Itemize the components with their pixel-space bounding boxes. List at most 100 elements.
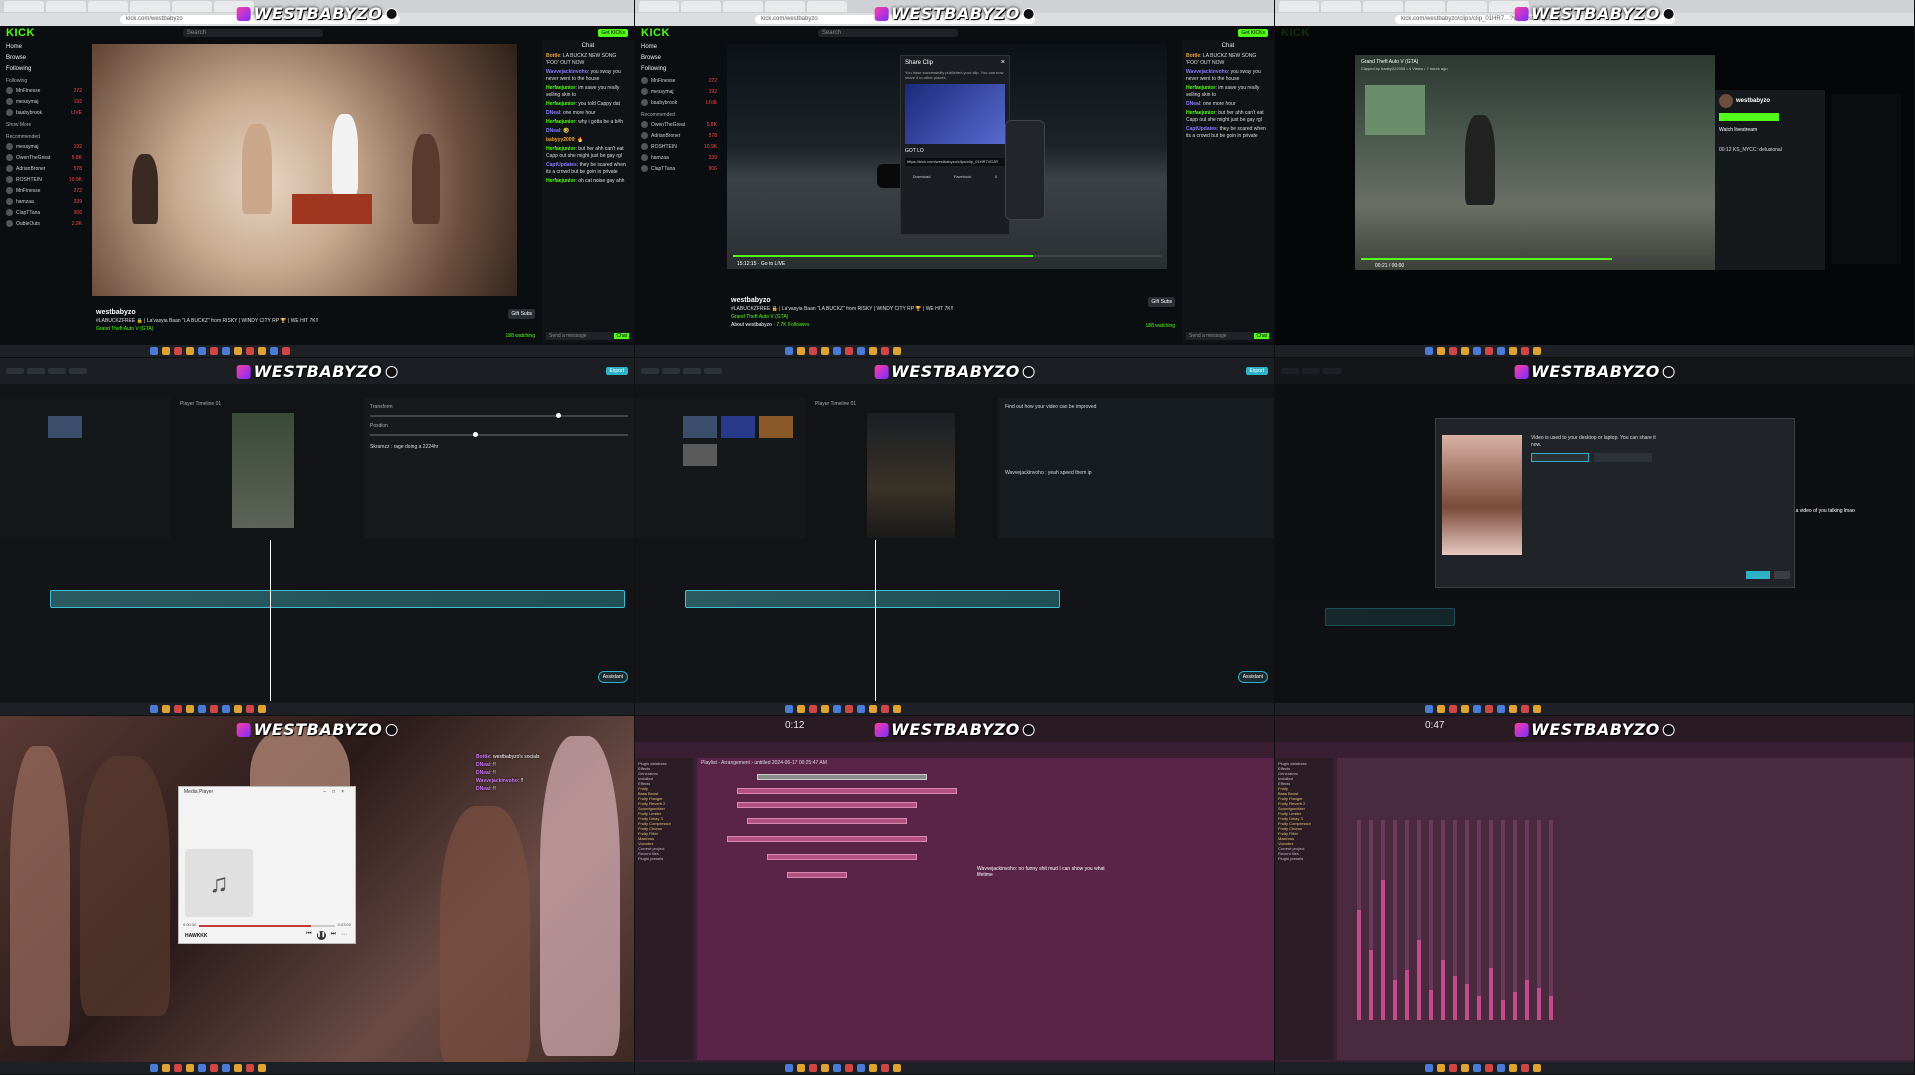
media-player-titlebar[interactable]: Media Player –□× [179, 787, 355, 797]
mixer-channel[interactable] [1417, 820, 1421, 1020]
pattern-clip[interactable] [737, 788, 957, 794]
video-track-clip[interactable] [685, 590, 1060, 608]
mixer[interactable] [1337, 758, 1914, 1060]
pattern-clip[interactable] [737, 802, 917, 808]
nav-following[interactable]: Following [6, 66, 82, 72]
browser-item[interactable]: Plugin presets [638, 856, 690, 861]
search-input[interactable]: Search [817, 29, 958, 37]
sidebar-channel[interactable]: ClapTTana 906 [641, 165, 717, 172]
streamer-name[interactable]: westbabyzo [96, 309, 535, 316]
mixer-channel[interactable] [1381, 820, 1385, 1020]
scale-slider[interactable] [370, 413, 628, 418]
sidebar-channel[interactable]: ROSHTEIN 10.9K [641, 143, 717, 150]
pattern-clip[interactable] [767, 854, 917, 860]
mixer-channel[interactable] [1501, 820, 1505, 1020]
export-button[interactable]: Export [605, 367, 628, 375]
sidebar-channel[interactable]: hamzaa 339 [641, 154, 717, 161]
sidebar-channel[interactable]: MnFinesse 272 [6, 87, 82, 94]
mixer-channel[interactable] [1477, 820, 1481, 1020]
sidebar-channel[interactable]: MnFinesse 272 [641, 77, 717, 84]
playlist-arrangement[interactable]: Playlist - Arrangement › untitled 2024-0… [697, 758, 1274, 1060]
x-share-button[interactable]: X [995, 174, 998, 179]
position-slider[interactable] [370, 432, 628, 437]
show-more-link[interactable]: Show More [6, 122, 82, 128]
gift-subs-button[interactable]: Gift Subs [508, 309, 535, 319]
timeline[interactable]: Assistant [0, 540, 634, 701]
window-controls[interactable]: –□× [323, 789, 350, 795]
preview-player[interactable]: Player Timeline 01 [807, 398, 997, 538]
kick-logo[interactable]: KICK [641, 27, 670, 39]
sidebar-channel[interactable]: hamzaa 339 [6, 198, 82, 205]
sidebar-channel[interactable]: AdrianBroner 578 [641, 132, 717, 139]
kick-logo[interactable]: KICK [6, 27, 35, 39]
close-icon[interactable]: × [1001, 59, 1005, 66]
mixer-channel[interactable] [1393, 820, 1397, 1020]
sidebar-channel[interactable]: messymaj 192 [641, 88, 717, 95]
mixer-channel[interactable] [1537, 820, 1541, 1020]
video-track-clip[interactable] [50, 590, 625, 608]
assistant-chip[interactable]: Assistant [597, 671, 628, 683]
clip-link-field[interactable]: https://kick.com/westbabyzo/clips/clip_0… [905, 158, 1005, 166]
nav-home[interactable]: Home [6, 44, 82, 50]
watch-livestream-link[interactable]: Watch livestream [1719, 127, 1821, 133]
browser-item[interactable]: Plugin presets [1278, 856, 1330, 861]
playhead[interactable] [270, 540, 271, 701]
mixer-channel[interactable] [1357, 820, 1361, 1020]
audio-clip[interactable] [757, 774, 927, 780]
search-input[interactable]: Search [182, 29, 323, 37]
export-option-device[interactable] [1531, 453, 1589, 462]
pause-button[interactable]: ❚❚ [316, 931, 326, 940]
export-confirm-button[interactable] [1746, 571, 1770, 579]
export-button[interactable]: Export [1245, 367, 1268, 375]
mixer-channel[interactable] [1513, 820, 1517, 1020]
mixer-channel[interactable] [1489, 820, 1493, 1020]
preview-player[interactable]: Player Timeline 01 [172, 398, 362, 538]
timeline[interactable]: Assistant [635, 540, 1274, 701]
sidebar-channel[interactable]: messymaj 192 [6, 98, 82, 105]
mixer-channel[interactable] [1549, 820, 1553, 1020]
get-kicks-button[interactable]: Get KICKs [598, 29, 628, 37]
sidebar-channel[interactable]: ROSHTEIN 10.9K [6, 176, 82, 183]
avatar[interactable] [1719, 94, 1733, 108]
sidebar-channel[interactable]: baabybrook LIVE [641, 99, 717, 106]
sidebar-channel[interactable]: OwenTheGreat 5.8K [6, 154, 82, 161]
category-link[interactable]: Grand Theft Auto V (GTA) [96, 326, 535, 332]
next-icon[interactable]: ⏭ [331, 931, 336, 940]
mixer-channel[interactable] [1405, 820, 1409, 1020]
more-icon[interactable]: ⋯ [341, 931, 347, 940]
follow-button[interactable] [1719, 113, 1779, 121]
mixer-channel[interactable] [1525, 820, 1529, 1020]
mixer-channel[interactable] [1453, 820, 1457, 1020]
previous-icon[interactable]: ⏮ [306, 931, 311, 940]
get-kicks-button[interactable]: Get KICKs [1238, 29, 1268, 37]
playhead[interactable] [875, 540, 876, 701]
pattern-clip[interactable] [727, 836, 927, 842]
pattern-clip[interactable] [787, 872, 847, 878]
media-thumbnail[interactable] [48, 416, 82, 438]
chat-input[interactable]: Send a message Chat [1186, 332, 1270, 340]
export-option-youtube[interactable] [1594, 453, 1652, 462]
sidebar-channel[interactable]: MnFinesse 272 [6, 187, 82, 194]
go-live-button[interactable]: Go to LIVE [761, 261, 785, 267]
mixer-channel[interactable] [1369, 820, 1373, 1020]
sidebar-channel[interactable]: messymaj 192 [6, 143, 82, 150]
sidebar-channel[interactable]: AdrianBroner 578 [6, 165, 82, 172]
sidebar-channel[interactable]: OubleOuts 2.9K [6, 220, 82, 227]
clip-player[interactable]: Grand Theft Auto V (GTA) Clipped by baab… [1355, 55, 1715, 270]
cancel-button[interactable] [1774, 571, 1790, 579]
nav-browse[interactable]: Browse [6, 55, 82, 61]
clip-progress[interactable] [1361, 258, 1709, 260]
sidebar-channel[interactable]: OwenTheGreat 5.8K [641, 121, 717, 128]
mixer-channel[interactable] [1441, 820, 1445, 1020]
sidebar-channel[interactable]: ClapTTana 906 [6, 209, 82, 216]
chat-send-button[interactable]: Chat [614, 333, 629, 339]
seek-bar[interactable] [199, 925, 335, 927]
mixer-channel[interactable] [1465, 820, 1469, 1020]
sidebar-channel[interactable]: baabybrook LIVE [6, 109, 82, 116]
download-button[interactable]: Download [913, 174, 931, 179]
chat-input[interactable]: Send a message Chat [546, 332, 630, 340]
mixer-channel[interactable] [1429, 820, 1433, 1020]
video-progress[interactable] [733, 255, 1161, 257]
pattern-clip[interactable] [747, 818, 907, 824]
video-player[interactable] [92, 44, 517, 296]
